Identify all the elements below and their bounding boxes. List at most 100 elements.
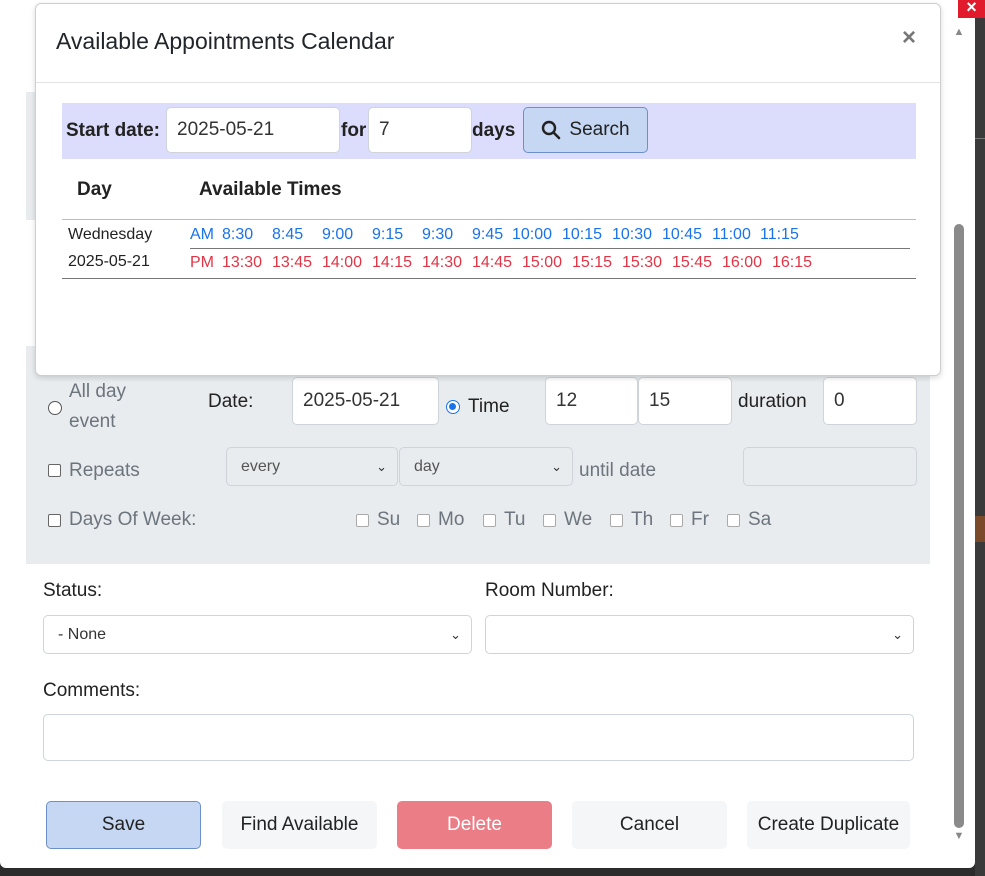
date-input[interactable]: 2025-05-21 xyxy=(292,377,439,425)
until-date-input[interactable] xyxy=(743,447,917,486)
background-accent xyxy=(975,516,985,542)
pm-time-slot[interactable]: 14:15 xyxy=(372,254,422,272)
chevron-down-icon: ⌄ xyxy=(551,458,562,474)
day-checkbox-tu[interactable] xyxy=(483,514,496,527)
am-time-slot[interactable]: 9:45 xyxy=(472,226,512,244)
am-time-slot[interactable]: 9:30 xyxy=(422,226,472,244)
table-header-divider xyxy=(62,219,916,220)
delete-button[interactable]: Delete xyxy=(397,801,552,849)
am-time-slot[interactable]: 8:30 xyxy=(222,226,272,244)
background-divider xyxy=(975,138,985,139)
am-time-slot[interactable]: 11:15 xyxy=(760,226,806,244)
row-date: 2025-05-21 xyxy=(68,253,150,270)
pm-times: PM 13:30 13:45 14:00 14:15 14:30 14:45 1… xyxy=(190,254,818,272)
am-time-slot[interactable]: 10:00 xyxy=(512,226,562,244)
for-label: for xyxy=(341,120,367,141)
days-count-input[interactable]: 7 xyxy=(368,107,472,153)
pm-time-slot[interactable]: 16:00 xyxy=(722,254,772,272)
room-number-label: Room Number: xyxy=(485,580,614,601)
days-of-week-label: Days Of Week: xyxy=(69,509,197,530)
cancel-button[interactable]: Cancel xyxy=(572,801,727,849)
repeat-every-value: every xyxy=(241,457,281,475)
day-label-su: Su xyxy=(377,509,401,530)
am-pm-divider xyxy=(190,248,910,249)
am-time-slot[interactable]: 10:45 xyxy=(662,226,712,244)
am-label: AM xyxy=(190,226,214,243)
available-appointments-modal: Available Appointments Calendar × Start … xyxy=(35,3,941,376)
comments-input[interactable] xyxy=(43,714,914,761)
close-icon[interactable]: × xyxy=(902,24,916,52)
am-time-slot[interactable]: 9:00 xyxy=(322,226,372,244)
day-label-tu: Tu xyxy=(504,509,526,530)
create-duplicate-button[interactable]: Create Duplicate xyxy=(747,801,910,849)
start-date-label: Start date: xyxy=(66,120,160,141)
day-checkbox-su[interactable] xyxy=(356,514,369,527)
day-checkbox-fr[interactable] xyxy=(670,514,683,527)
am-time-slot[interactable]: 10:30 xyxy=(612,226,662,244)
comments-label: Comments: xyxy=(43,680,141,701)
time-radio[interactable] xyxy=(446,400,460,414)
days-label: days xyxy=(472,120,516,141)
repeats-checkbox[interactable] xyxy=(48,464,61,477)
room-number-select[interactable]: ⌄ xyxy=(485,615,914,654)
time-label: Time xyxy=(468,396,510,417)
day-column-header: Day xyxy=(77,179,112,200)
duration-label: duration xyxy=(738,391,807,412)
pm-time-slot[interactable]: 13:30 xyxy=(222,254,272,272)
search-icon xyxy=(542,120,561,140)
status-select[interactable]: - None ⌄ xyxy=(43,615,472,654)
start-date-input[interactable]: 2025-05-21 xyxy=(166,107,340,153)
scroll-up-arrow-icon[interactable]: ▲ xyxy=(952,26,966,38)
search-button[interactable]: Search xyxy=(523,107,648,153)
pm-time-slot[interactable]: 13:45 xyxy=(272,254,322,272)
chevron-down-icon: ⌄ xyxy=(450,626,461,642)
search-button-label: Search xyxy=(569,119,630,140)
day-checkbox-mo[interactable] xyxy=(417,514,430,527)
minute-input[interactable]: 15 xyxy=(638,377,732,425)
pm-label: PM xyxy=(190,254,214,271)
duration-input[interactable]: 0 xyxy=(823,377,917,425)
modal-header-divider xyxy=(36,82,940,83)
day-checkbox-we[interactable] xyxy=(543,514,556,527)
am-times: AM 8:30 8:45 9:00 9:15 9:30 9:45 10:00 1… xyxy=(190,226,806,244)
window-close-icon[interactable]: × xyxy=(958,0,985,18)
day-label-fr: Fr xyxy=(691,509,709,530)
am-time-slot[interactable]: 9:15 xyxy=(372,226,422,244)
pm-time-slot[interactable]: 15:15 xyxy=(572,254,622,272)
day-label-mo: Mo xyxy=(438,509,465,530)
days-of-week-checkbox[interactable] xyxy=(48,514,61,527)
all-day-label: All day xyxy=(69,381,127,402)
background-strip xyxy=(975,0,985,876)
pm-time-slot[interactable]: 16:15 xyxy=(772,254,818,272)
repeat-unit-select[interactable]: day ⌄ xyxy=(399,447,573,486)
available-times-column-header: Available Times xyxy=(199,179,342,200)
modal-title: Available Appointments Calendar xyxy=(56,28,395,54)
all-day-radio[interactable] xyxy=(48,401,62,415)
scrollbar[interactable]: ▲ ▼ xyxy=(950,22,968,846)
day-label-we: We xyxy=(564,509,593,530)
pm-time-slot[interactable]: 14:45 xyxy=(472,254,522,272)
pm-time-slot[interactable]: 14:00 xyxy=(322,254,372,272)
table-bottom-divider xyxy=(62,278,916,279)
search-bar: Start date: 2025-05-21 for 7 days Search xyxy=(62,103,916,159)
day-checkbox-sa[interactable] xyxy=(727,514,740,527)
am-time-slot[interactable]: 8:45 xyxy=(272,226,322,244)
scroll-down-arrow-icon[interactable]: ▼ xyxy=(952,830,966,842)
day-checkbox-th[interactable] xyxy=(610,514,623,527)
repeats-label: Repeats xyxy=(69,460,140,481)
date-label: Date: xyxy=(208,391,254,412)
find-available-button[interactable]: Find Available xyxy=(222,801,377,849)
pm-time-slot[interactable]: 15:00 xyxy=(522,254,572,272)
am-time-slot[interactable]: 11:00 xyxy=(712,226,760,244)
all-day-label-line2: event xyxy=(69,411,116,432)
pm-time-slot[interactable]: 15:30 xyxy=(622,254,672,272)
repeat-every-select[interactable]: every ⌄ xyxy=(226,447,398,486)
hour-input[interactable]: 12 xyxy=(545,377,638,425)
pm-time-slot[interactable]: 14:30 xyxy=(422,254,472,272)
day-label-th: Th xyxy=(631,509,654,530)
scroll-thumb[interactable] xyxy=(954,224,964,828)
am-time-slot[interactable]: 10:15 xyxy=(562,226,612,244)
pm-time-slot[interactable]: 15:45 xyxy=(672,254,722,272)
save-button[interactable]: Save xyxy=(46,801,201,849)
repeat-unit-value: day xyxy=(414,457,440,475)
